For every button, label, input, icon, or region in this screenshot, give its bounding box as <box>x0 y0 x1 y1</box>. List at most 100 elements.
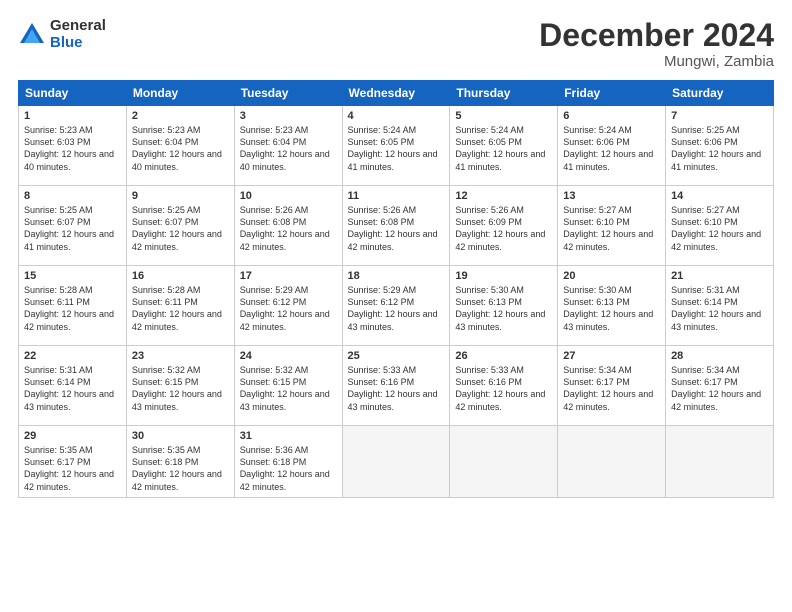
day-number: 11 <box>348 190 445 202</box>
header: General Blue December 2024 Mungwi, Zambi… <box>18 18 774 70</box>
day-number: 24 <box>240 350 337 362</box>
calendar-cell: 7 Sunrise: 5:25 AM Sunset: 6:06 PM Dayli… <box>666 106 774 186</box>
calendar-cell: 21 Sunrise: 5:31 AM Sunset: 6:14 PM Dayl… <box>666 266 774 346</box>
day-info: Sunrise: 5:29 AM Sunset: 6:12 PM Dayligh… <box>348 284 445 333</box>
calendar-cell: 15 Sunrise: 5:28 AM Sunset: 6:11 PM Dayl… <box>19 266 127 346</box>
day-info: Sunrise: 5:26 AM Sunset: 6:09 PM Dayligh… <box>455 204 552 253</box>
day-info: Sunrise: 5:34 AM Sunset: 6:17 PM Dayligh… <box>563 364 660 413</box>
calendar-cell: 18 Sunrise: 5:29 AM Sunset: 6:12 PM Dayl… <box>342 266 450 346</box>
calendar-cell <box>558 426 666 498</box>
day-number: 12 <box>455 190 552 202</box>
day-info: Sunrise: 5:23 AM Sunset: 6:04 PM Dayligh… <box>132 124 229 173</box>
day-number: 23 <box>132 350 229 362</box>
day-info: Sunrise: 5:33 AM Sunset: 6:16 PM Dayligh… <box>455 364 552 413</box>
month-title: December 2024 <box>539 18 774 53</box>
col-friday: Friday <box>558 81 666 106</box>
day-number: 9 <box>132 190 229 202</box>
calendar-cell: 19 Sunrise: 5:30 AM Sunset: 6:13 PM Dayl… <box>450 266 558 346</box>
day-info: Sunrise: 5:27 AM Sunset: 6:10 PM Dayligh… <box>563 204 660 253</box>
day-info: Sunrise: 5:34 AM Sunset: 6:17 PM Dayligh… <box>671 364 768 413</box>
calendar-week-4: 29 Sunrise: 5:35 AM Sunset: 6:17 PM Dayl… <box>19 426 774 498</box>
calendar-cell: 3 Sunrise: 5:23 AM Sunset: 6:04 PM Dayli… <box>234 106 342 186</box>
day-info: Sunrise: 5:26 AM Sunset: 6:08 PM Dayligh… <box>348 204 445 253</box>
logo-text: General Blue <box>50 18 106 51</box>
col-tuesday: Tuesday <box>234 81 342 106</box>
logo-general-text: General <box>50 18 106 35</box>
day-info: Sunrise: 5:26 AM Sunset: 6:08 PM Dayligh… <box>240 204 337 253</box>
day-info: Sunrise: 5:31 AM Sunset: 6:14 PM Dayligh… <box>24 364 121 413</box>
day-info: Sunrise: 5:29 AM Sunset: 6:12 PM Dayligh… <box>240 284 337 333</box>
calendar-cell: 5 Sunrise: 5:24 AM Sunset: 6:05 PM Dayli… <box>450 106 558 186</box>
day-number: 22 <box>24 350 121 362</box>
day-number: 21 <box>671 270 768 282</box>
calendar-cell: 8 Sunrise: 5:25 AM Sunset: 6:07 PM Dayli… <box>19 186 127 266</box>
calendar-cell <box>666 426 774 498</box>
day-number: 8 <box>24 190 121 202</box>
day-info: Sunrise: 5:33 AM Sunset: 6:16 PM Dayligh… <box>348 364 445 413</box>
col-thursday: Thursday <box>450 81 558 106</box>
calendar-week-0: 1 Sunrise: 5:23 AM Sunset: 6:03 PM Dayli… <box>19 106 774 186</box>
calendar-cell: 20 Sunrise: 5:30 AM Sunset: 6:13 PM Dayl… <box>558 266 666 346</box>
calendar-cell: 6 Sunrise: 5:24 AM Sunset: 6:06 PM Dayli… <box>558 106 666 186</box>
calendar-cell: 10 Sunrise: 5:26 AM Sunset: 6:08 PM Dayl… <box>234 186 342 266</box>
calendar-week-3: 22 Sunrise: 5:31 AM Sunset: 6:14 PM Dayl… <box>19 346 774 426</box>
calendar-cell: 24 Sunrise: 5:32 AM Sunset: 6:15 PM Dayl… <box>234 346 342 426</box>
col-wednesday: Wednesday <box>342 81 450 106</box>
calendar-cell: 13 Sunrise: 5:27 AM Sunset: 6:10 PM Dayl… <box>558 186 666 266</box>
day-info: Sunrise: 5:32 AM Sunset: 6:15 PM Dayligh… <box>240 364 337 413</box>
calendar-cell: 2 Sunrise: 5:23 AM Sunset: 6:04 PM Dayli… <box>126 106 234 186</box>
day-number: 14 <box>671 190 768 202</box>
day-number: 4 <box>348 110 445 122</box>
location: Mungwi, Zambia <box>539 53 774 70</box>
calendar-cell: 11 Sunrise: 5:26 AM Sunset: 6:08 PM Dayl… <box>342 186 450 266</box>
header-row: Sunday Monday Tuesday Wednesday Thursday… <box>19 81 774 106</box>
day-info: Sunrise: 5:28 AM Sunset: 6:11 PM Dayligh… <box>132 284 229 333</box>
day-info: Sunrise: 5:28 AM Sunset: 6:11 PM Dayligh… <box>24 284 121 333</box>
calendar-cell: 23 Sunrise: 5:32 AM Sunset: 6:15 PM Dayl… <box>126 346 234 426</box>
day-info: Sunrise: 5:25 AM Sunset: 6:06 PM Dayligh… <box>671 124 768 173</box>
logo-icon <box>18 21 46 49</box>
day-info: Sunrise: 5:36 AM Sunset: 6:18 PM Dayligh… <box>240 444 337 493</box>
calendar-cell: 31 Sunrise: 5:36 AM Sunset: 6:18 PM Dayl… <box>234 426 342 498</box>
day-number: 15 <box>24 270 121 282</box>
day-info: Sunrise: 5:30 AM Sunset: 6:13 PM Dayligh… <box>563 284 660 333</box>
day-number: 18 <box>348 270 445 282</box>
calendar-cell: 4 Sunrise: 5:24 AM Sunset: 6:05 PM Dayli… <box>342 106 450 186</box>
calendar-cell: 27 Sunrise: 5:34 AM Sunset: 6:17 PM Dayl… <box>558 346 666 426</box>
day-info: Sunrise: 5:24 AM Sunset: 6:05 PM Dayligh… <box>348 124 445 173</box>
day-info: Sunrise: 5:27 AM Sunset: 6:10 PM Dayligh… <box>671 204 768 253</box>
day-number: 13 <box>563 190 660 202</box>
logo-blue-text: Blue <box>50 35 106 52</box>
calendar-cell: 25 Sunrise: 5:33 AM Sunset: 6:16 PM Dayl… <box>342 346 450 426</box>
day-number: 29 <box>24 430 121 442</box>
calendar-cell: 17 Sunrise: 5:29 AM Sunset: 6:12 PM Dayl… <box>234 266 342 346</box>
day-info: Sunrise: 5:25 AM Sunset: 6:07 PM Dayligh… <box>24 204 121 253</box>
calendar-cell: 28 Sunrise: 5:34 AM Sunset: 6:17 PM Dayl… <box>666 346 774 426</box>
calendar-cell: 14 Sunrise: 5:27 AM Sunset: 6:10 PM Dayl… <box>666 186 774 266</box>
calendar-cell: 22 Sunrise: 5:31 AM Sunset: 6:14 PM Dayl… <box>19 346 127 426</box>
calendar-cell: 30 Sunrise: 5:35 AM Sunset: 6:18 PM Dayl… <box>126 426 234 498</box>
day-info: Sunrise: 5:31 AM Sunset: 6:14 PM Dayligh… <box>671 284 768 333</box>
calendar-week-1: 8 Sunrise: 5:25 AM Sunset: 6:07 PM Dayli… <box>19 186 774 266</box>
day-number: 26 <box>455 350 552 362</box>
day-number: 31 <box>240 430 337 442</box>
calendar-header: Sunday Monday Tuesday Wednesday Thursday… <box>19 81 774 106</box>
calendar-table: Sunday Monday Tuesday Wednesday Thursday… <box>18 80 774 498</box>
day-info: Sunrise: 5:32 AM Sunset: 6:15 PM Dayligh… <box>132 364 229 413</box>
calendar-cell <box>342 426 450 498</box>
page: General Blue December 2024 Mungwi, Zambi… <box>0 0 792 612</box>
day-info: Sunrise: 5:23 AM Sunset: 6:03 PM Dayligh… <box>24 124 121 173</box>
day-info: Sunrise: 5:30 AM Sunset: 6:13 PM Dayligh… <box>455 284 552 333</box>
day-info: Sunrise: 5:24 AM Sunset: 6:06 PM Dayligh… <box>563 124 660 173</box>
calendar-cell: 26 Sunrise: 5:33 AM Sunset: 6:16 PM Dayl… <box>450 346 558 426</box>
day-info: Sunrise: 5:23 AM Sunset: 6:04 PM Dayligh… <box>240 124 337 173</box>
calendar-cell: 12 Sunrise: 5:26 AM Sunset: 6:09 PM Dayl… <box>450 186 558 266</box>
day-number: 7 <box>671 110 768 122</box>
day-number: 28 <box>671 350 768 362</box>
col-sunday: Sunday <box>19 81 127 106</box>
day-info: Sunrise: 5:35 AM Sunset: 6:17 PM Dayligh… <box>24 444 121 493</box>
logo: General Blue <box>18 18 106 51</box>
day-number: 2 <box>132 110 229 122</box>
calendar-body: 1 Sunrise: 5:23 AM Sunset: 6:03 PM Dayli… <box>19 106 774 498</box>
calendar-cell: 9 Sunrise: 5:25 AM Sunset: 6:07 PM Dayli… <box>126 186 234 266</box>
